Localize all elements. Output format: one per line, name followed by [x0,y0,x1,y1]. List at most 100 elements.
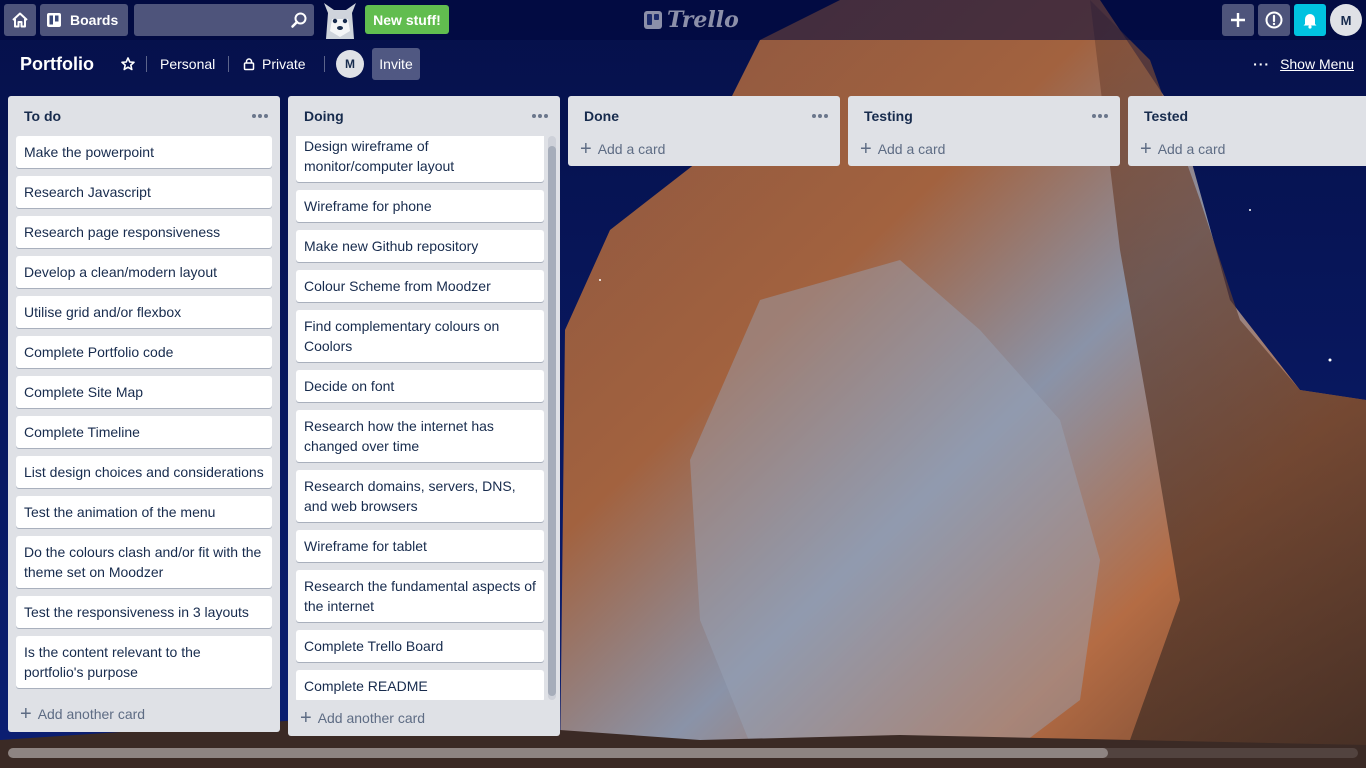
team-button[interactable]: Personal [152,48,223,80]
list-scrollbar-thumb[interactable] [548,146,556,696]
card[interactable]: Test the responsiveness in 3 layouts [16,596,272,628]
star-icon [121,57,135,71]
list-testing: Testing + Add a card [848,96,1120,166]
card[interactable]: Make the powerpoint [16,136,272,168]
card[interactable]: Research page responsiveness [16,216,272,248]
board-scrollbar-thumb[interactable] [8,748,1108,758]
list-title[interactable]: To do [24,108,61,124]
team-label: Personal [160,56,216,72]
invite-button[interactable]: Invite [372,48,420,80]
card[interactable]: Develop a clean/modern layout [16,256,272,288]
card[interactable]: Find complementary colours on Coolors [296,310,544,362]
add-card-label: Add a card [597,141,666,157]
list-header: To do [8,96,280,136]
plus-icon: + [860,138,872,160]
card-list: Design wireframe of monitor/computer lay… [288,136,560,700]
trello-logo-icon [644,11,662,29]
list-scrollbar[interactable] [548,136,556,700]
new-stuff-button[interactable]: New stuff! [365,5,449,34]
list-header: Done [568,96,840,136]
header-divider [146,56,147,72]
card[interactable]: Research how the internet has changed ov… [296,410,544,462]
visibility-button[interactable]: Private [234,48,314,80]
taco-mascot-icon[interactable] [320,1,360,39]
boards-icon [47,13,61,27]
trello-logo[interactable]: Trello [644,6,739,34]
list-header: Testing [848,96,1120,136]
card[interactable]: Complete Trello Board [296,630,544,662]
search-box[interactable] [134,4,314,36]
list-menu-button[interactable] [530,106,550,126]
list-title[interactable]: Done [584,108,619,124]
boards-button[interactable]: Boards [40,4,128,36]
add-card-button[interactable]: + Add another card [288,700,560,736]
card[interactable]: Complete Site Map [16,376,272,408]
top-header: Boards New stuff! Trello M [0,0,1366,40]
notifications-button[interactable] [1294,4,1326,36]
add-card-button[interactable]: + Add a card [568,132,840,166]
info-icon [1265,11,1283,29]
user-avatar[interactable]: M [1330,4,1362,36]
card[interactable]: Decide on font [296,370,544,402]
search-input[interactable] [134,4,284,36]
list-done: Done + Add a card [568,96,840,166]
search-icon[interactable] [290,11,308,29]
show-menu-label: Show Menu [1280,56,1354,72]
list-menu-button[interactable] [810,106,830,126]
bell-icon [1303,14,1317,29]
card[interactable]: Complete Timeline [16,416,272,448]
list-menu-button[interactable] [250,106,270,126]
list-tested: Tested + Add a card [1128,96,1366,166]
card[interactable]: List design choices and considerations [16,456,272,488]
plus-icon: + [580,138,592,160]
card[interactable]: Make new Github repository [296,230,544,262]
card[interactable]: Do the colours clash and/or fit with the… [16,536,272,588]
home-button[interactable] [4,4,36,36]
card[interactable]: Is the content relevant to the portfolio… [16,636,272,688]
add-card-label: Add a card [877,141,946,157]
card[interactable]: Utilise grid and/or flexbox [16,296,272,328]
card[interactable]: Design wireframe of monitor/computer lay… [296,136,544,182]
more-icon [532,114,548,118]
card[interactable]: Research Javascript [16,176,272,208]
more-icon: ··· [1253,56,1271,72]
star-board-button[interactable] [116,48,140,80]
card[interactable]: Research domains, servers, DNS, and web … [296,470,544,522]
more-icon [252,114,268,118]
header-divider [228,56,229,72]
lock-icon [243,58,255,71]
add-card-label: Add another card [37,706,146,722]
header-divider [324,56,325,72]
info-button[interactable] [1258,4,1290,36]
plus-icon: + [1140,138,1152,160]
card[interactable]: Complete README [296,670,544,700]
trello-logo-text: Trello [667,7,739,33]
board-title[interactable]: Portfolio [12,48,102,80]
list-title[interactable]: Testing [864,108,913,124]
home-icon [12,12,28,28]
list-doing: Doing Design wireframe of monitor/comput… [288,96,560,736]
create-button[interactable] [1222,4,1254,36]
add-card-label: Add another card [317,710,426,726]
card[interactable]: Wireframe for tablet [296,530,544,562]
card[interactable]: Colour Scheme from Moodzer [296,270,544,302]
card[interactable]: Research the fundamental aspects of the … [296,570,544,622]
add-card-label: Add a card [1157,141,1226,157]
card[interactable]: Test the animation of the menu [16,496,272,528]
card[interactable]: Complete Portfolio code [16,336,272,368]
plus-icon: + [300,707,312,729]
show-menu-button[interactable]: ··· Show Menu [1253,48,1354,80]
list-title[interactable]: Doing [304,108,344,124]
plus-icon [1231,13,1245,27]
list-menu-button[interactable] [1090,106,1110,126]
add-card-button[interactable]: + Add a card [1128,132,1366,166]
list-header: Doing [288,96,560,136]
list-title[interactable]: Tested [1144,108,1188,124]
add-card-button[interactable]: + Add a card [848,132,1120,166]
card[interactable]: Wireframe for phone [296,190,544,222]
member-avatar[interactable]: M [336,50,364,78]
boards-label: Boards [70,12,119,28]
more-icon [812,114,828,118]
board-scrollbar[interactable] [8,748,1358,758]
add-card-button[interactable]: + Add another card [8,696,280,732]
